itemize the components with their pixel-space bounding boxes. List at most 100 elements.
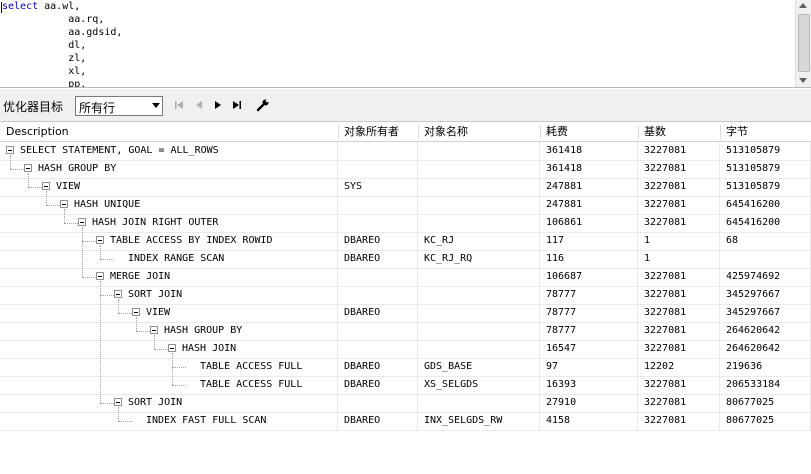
scroll-down-icon[interactable]	[799, 78, 807, 83]
plan-row[interactable]: SELECT STATEMENT, GOAL = ALL_ROWS 361418 3…	[0, 142, 811, 161]
plan-operation-label: HASH UNIQUE	[74, 199, 141, 210]
sql-line: zl,	[2, 53, 87, 64]
grid-header: Description 对象所有者 对象名称 耗费 基数 字节	[0, 123, 811, 142]
cardinality-cell: 3227081	[638, 286, 720, 304]
plan-operation-label: INDEX FAST FULL SCAN	[146, 415, 267, 426]
cardinality-cell: 3227081	[638, 376, 720, 394]
optimizer-goal-select[interactable]: 所有行	[75, 96, 163, 116]
column-divider[interactable]	[540, 125, 541, 139]
cardinality-cell: 3227081	[638, 322, 720, 340]
collapse-toggle-icon[interactable]	[168, 344, 176, 352]
sql-line: xl,	[2, 66, 87, 77]
plan-operation-cell: TABLE ACCESS FULL	[0, 376, 338, 394]
plan-row[interactable]: HASH JOIN 16547 3227081 264620642	[0, 340, 811, 359]
plan-row[interactable]: MERGE JOIN 106687 3227081 425974692	[0, 268, 811, 287]
collapse-toggle-icon[interactable]	[132, 308, 140, 316]
first-icon[interactable]	[172, 98, 186, 112]
plan-operation-label: SELECT STATEMENT, GOAL = ALL_ROWS	[20, 145, 219, 156]
plan-row[interactable]: INDEX RANGE SCAN DBAREO KC_RJ_RQ 116 1	[0, 250, 811, 269]
plan-row[interactable]: HASH GROUP BY 361418 3227081 513105879	[0, 160, 811, 179]
plan-row[interactable]: TABLE ACCESS BY INDEX ROWID DBAREO KC_RJ 11…	[0, 232, 811, 251]
plan-row[interactable]: HASH JOIN RIGHT OUTER 106861 3227081 645416…	[0, 214, 811, 233]
plan-operation-label: TABLE ACCESS BY INDEX ROWID	[110, 235, 273, 246]
column-header-bytes[interactable]: 字节	[726, 125, 748, 139]
wrench-icon[interactable]	[256, 98, 270, 112]
editor-vertical-scrollbar[interactable]	[795, 0, 811, 87]
bytes-cell: 513105879	[720, 160, 811, 178]
object-name-cell	[418, 340, 540, 358]
column-header-object[interactable]: 对象名称	[424, 125, 468, 139]
cost-cell: 247881	[540, 196, 638, 214]
next-icon[interactable]	[211, 98, 225, 112]
bytes-cell: 219636	[720, 358, 811, 376]
bytes-cell	[720, 250, 811, 268]
collapse-toggle-icon[interactable]	[114, 290, 122, 298]
plan-row[interactable]: SORT JOIN 27910 3227081 80677025	[0, 394, 811, 413]
plan-operation-cell: VIEW	[0, 178, 338, 196]
column-divider[interactable]	[720, 125, 721, 139]
collapse-toggle-icon[interactable]	[114, 398, 122, 406]
cost-cell: 106687	[540, 268, 638, 286]
object-owner-cell	[338, 196, 418, 214]
plan-operation-label: SORT JOIN	[128, 289, 183, 300]
tree-connector	[154, 349, 168, 350]
plan-operation-label: INDEX RANGE SCAN	[128, 253, 225, 264]
plan-operation-label: HASH GROUP BY	[164, 325, 243, 336]
collapse-toggle-icon[interactable]	[6, 146, 14, 154]
object-name-cell	[418, 196, 540, 214]
plan-operation-cell: TABLE ACCESS FULL	[0, 358, 338, 376]
collapse-toggle-icon[interactable]	[24, 164, 32, 172]
object-name-cell	[418, 160, 540, 178]
plan-row[interactable]: TABLE ACCESS FULL DBAREO GDS_BASE 97 12202 21…	[0, 358, 811, 377]
object-owner-cell	[338, 160, 418, 178]
column-divider[interactable]	[338, 125, 339, 139]
column-header-description[interactable]: Description	[6, 125, 69, 139]
plan-row[interactable]: HASH GROUP BY 78777 3227081 264620642	[0, 322, 811, 341]
plan-operation-label: VIEW	[146, 307, 171, 318]
column-divider[interactable]	[638, 125, 639, 139]
plan-row[interactable]: SORT JOIN 78777 3227081 345297667	[0, 286, 811, 305]
execution-plan-grid: Description 对象所有者 对象名称 耗费 基数 字节 SELECT S…	[0, 123, 811, 431]
plan-row[interactable]: VIEW DBAREO 78777 3227081 345297667	[0, 304, 811, 323]
sql-keyword: select	[2, 1, 39, 12]
column-header-owner[interactable]: 对象所有者	[344, 125, 399, 139]
cardinality-cell: 3227081	[638, 304, 720, 322]
scroll-thumb[interactable]	[798, 14, 810, 72]
object-owner-cell	[338, 322, 418, 340]
column-header-cost[interactable]: 耗费	[546, 125, 568, 139]
collapse-toggle-icon[interactable]	[78, 218, 86, 226]
optimizer-goal-value: 所有行	[79, 101, 116, 115]
plan-row[interactable]: INDEX FAST FULL SCAN DBAREO INX_SELGDS_RW 4…	[0, 412, 811, 431]
cardinality-cell: 3227081	[638, 340, 720, 358]
column-header-cardinality[interactable]: 基数	[644, 125, 666, 139]
last-icon[interactable]	[230, 98, 244, 112]
object-name-cell: XS_SELGDS	[418, 376, 540, 394]
cost-cell: 27910	[540, 394, 638, 412]
object-owner-cell	[338, 286, 418, 304]
collapse-toggle-icon[interactable]	[150, 326, 158, 334]
tree-connector	[100, 259, 114, 260]
sql-line: dl,	[2, 40, 87, 51]
plan-row[interactable]: VIEW SYS 247881 3227081 513105879	[0, 178, 811, 197]
sql-editor[interactable]: select aa.wl, aa.rq, aa.gdsid, dl, zl, x…	[0, 0, 811, 88]
object-owner-cell	[338, 340, 418, 358]
plan-row[interactable]: HASH UNIQUE 247881 3227081 645416200	[0, 196, 811, 215]
collapse-toggle-icon[interactable]	[96, 236, 104, 244]
prev-icon[interactable]	[192, 98, 206, 112]
scroll-up-icon[interactable]	[799, 3, 807, 8]
tree-connector	[82, 227, 83, 277]
chevron-down-icon	[152, 103, 160, 108]
cost-cell: 78777	[540, 304, 638, 322]
tree-connector	[172, 367, 186, 368]
plan-operation-cell: VIEW	[0, 304, 338, 322]
collapse-toggle-icon[interactable]	[96, 272, 104, 280]
plan-operation-cell: HASH JOIN	[0, 340, 338, 358]
collapse-toggle-icon[interactable]	[42, 182, 50, 190]
cardinality-cell: 3227081	[638, 214, 720, 232]
column-divider[interactable]	[418, 125, 419, 139]
collapse-toggle-icon[interactable]	[60, 200, 68, 208]
sql-line: pp,	[2, 79, 87, 88]
tree-connector	[82, 241, 96, 242]
bytes-cell: 68	[720, 232, 811, 250]
plan-row[interactable]: TABLE ACCESS FULL DBAREO XS_SELGDS 16393 322…	[0, 376, 811, 395]
